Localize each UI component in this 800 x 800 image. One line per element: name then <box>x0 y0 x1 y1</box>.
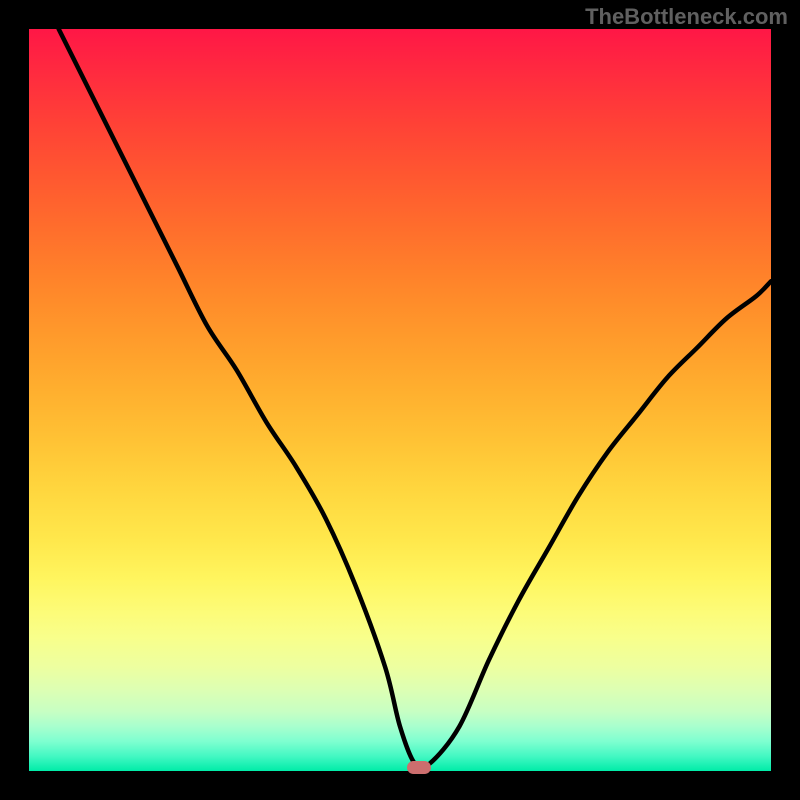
chart-marker <box>407 761 431 774</box>
chart-curve <box>29 29 771 771</box>
watermark-text: TheBottleneck.com <box>585 4 788 30</box>
chart-plot-area <box>29 29 771 771</box>
